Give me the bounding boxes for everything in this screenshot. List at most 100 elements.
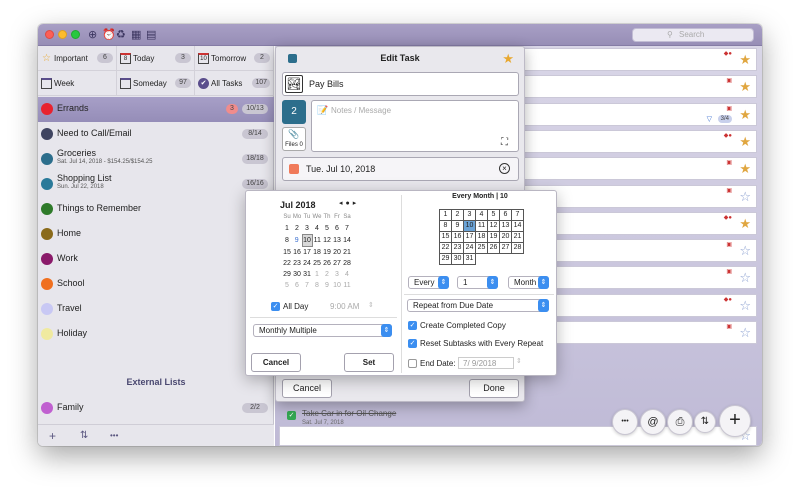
month-day-cell[interactable]: 2	[451, 209, 464, 221]
calendar-day[interactable]: 6	[292, 280, 302, 291]
smart-list-today[interactable]: 8 Today 3	[117, 46, 195, 71]
calendar-day[interactable]: 15	[282, 247, 292, 259]
notes-field[interactable]: 📝 Notes / Message ⛶	[311, 100, 519, 152]
add-circle-icon[interactable]: ⊕	[88, 28, 97, 42]
month-day-cell[interactable]: 23	[451, 242, 464, 254]
star-outline-icon[interactable]: ☆	[739, 244, 751, 258]
month-day-cell[interactable]: 22	[439, 242, 452, 254]
month-day-cell[interactable]: 19	[487, 231, 500, 243]
calendar-day[interactable]: 2	[322, 269, 332, 280]
calendar-day[interactable]: 1	[282, 223, 292, 235]
month-day-cell[interactable]: 1	[439, 209, 452, 221]
add-list-button[interactable]: +	[49, 429, 56, 443]
month-day-cell[interactable]: 29	[439, 253, 452, 265]
calendar-day[interactable]: 20	[332, 247, 342, 259]
list-row[interactable]: Shopping List Sun. Jul 22, 2018 16/16	[38, 172, 274, 197]
calendar-day[interactable]: 7	[302, 280, 312, 291]
expand-icon[interactable]: ⛶	[501, 137, 508, 148]
done-button[interactable]: Done	[469, 379, 519, 398]
list-row[interactable]: Need to Call/Email 8/14	[38, 122, 274, 147]
smart-list-tomorrow[interactable]: 10 Tomorrow 2	[195, 46, 274, 71]
month-day-cell[interactable]: 14	[511, 220, 524, 232]
popover-cancel-button[interactable]: Cancel	[251, 353, 301, 372]
calendar-day[interactable]: 5	[282, 280, 292, 291]
month-day-cell[interactable]: 18	[475, 231, 488, 243]
month-day-cell[interactable]: 16	[451, 231, 464, 243]
end-date-checkbox[interactable]	[408, 359, 417, 368]
close-window-button[interactable]	[45, 30, 54, 39]
month-day-cell[interactable]: 17	[463, 231, 476, 243]
list-row[interactable]: School	[38, 272, 274, 297]
date-stepper-icon[interactable]: ⇕	[516, 357, 522, 365]
calendar-day[interactable]: 18	[312, 247, 322, 259]
calendar-day[interactable]: 14	[342, 235, 352, 247]
month-day-cell[interactable]: 10	[463, 220, 476, 232]
recycle-icon[interactable]: ♻	[116, 28, 126, 42]
calendar-day[interactable]: 4	[312, 223, 322, 235]
star-outline-icon[interactable]: ☆	[739, 298, 751, 313]
month-day-cell[interactable]: 26	[487, 242, 500, 254]
today-dot-icon[interactable]: ●	[346, 200, 353, 207]
calendar-day[interactable]: 22	[282, 258, 292, 269]
task-name-field[interactable]: 🏞 Pay Bills	[282, 72, 519, 96]
smart-list-important[interactable]: ☆ Important 6	[38, 46, 117, 71]
calendar-day[interactable]: 9	[292, 235, 302, 247]
sort-fab-button[interactable]: ⇅	[694, 411, 716, 433]
calendar-day[interactable]: 13	[332, 235, 342, 247]
smart-list-week[interactable]: Week	[38, 71, 117, 96]
every-select[interactable]: Every ⇕	[408, 276, 449, 289]
month-day-cell[interactable]: 13	[499, 220, 512, 232]
minimize-window-button[interactable]	[58, 30, 67, 39]
calendar-day[interactable]: 3	[302, 223, 312, 235]
calendar-day[interactable]: 11	[342, 280, 352, 291]
sort-lists-button[interactable]: ⇅	[80, 429, 88, 443]
list-row[interactable]: Things to Remember	[38, 197, 274, 222]
image-icon[interactable]: 🏞	[285, 75, 303, 93]
grid-icon[interactable]: ▦	[131, 28, 141, 42]
list-row[interactable]: Groceries Sat. Jul 14, 2018 - $154.25/$15…	[38, 147, 274, 172]
star-outline-icon[interactable]: ☆	[739, 271, 751, 285]
completed-task-row[interactable]: ✓ Take Car in for Oil Change Sat. Jul 7,…	[277, 403, 607, 433]
create-copy-checkbox[interactable]: ✓	[408, 321, 417, 330]
zoom-window-button[interactable]	[71, 30, 80, 39]
list-row[interactable]: Travel	[38, 297, 274, 322]
time-stepper-icon[interactable]: ⇕	[368, 301, 374, 309]
unit-select[interactable]: Month ⇕	[508, 276, 549, 289]
star-filled-icon[interactable]: ★	[739, 107, 751, 122]
month-day-cell[interactable]: 25	[475, 242, 488, 254]
calendar-day[interactable]: 4	[342, 269, 352, 280]
print-icon[interactable]: ⎙	[667, 409, 693, 435]
month-day-cell[interactable]: 28	[511, 242, 524, 254]
calendar-day[interactable]: 5	[322, 223, 332, 235]
month-day-cell[interactable]: 4	[475, 209, 488, 221]
end-date-field[interactable]: 7/ 9/2018	[458, 357, 514, 369]
calendar-day[interactable]: 8	[282, 235, 292, 247]
cancel-button[interactable]: Cancel	[282, 379, 332, 398]
share-fab-button[interactable]: @	[640, 409, 666, 435]
month-day-cell[interactable]: 24	[463, 242, 476, 254]
month-day-cell[interactable]: 6	[499, 209, 512, 221]
list-row[interactable]: Holiday	[38, 322, 274, 347]
calendar-day[interactable]: 7	[342, 223, 352, 235]
list-row[interactable]: Work	[38, 247, 274, 272]
calendar-day[interactable]: 27	[332, 258, 342, 269]
clear-date-icon[interactable]: ×	[499, 163, 510, 174]
next-month-icon[interactable]: ▸	[353, 200, 360, 207]
month-day-cell[interactable]: 21	[511, 231, 524, 243]
month-day-cell[interactable]: 9	[451, 220, 464, 232]
time-field[interactable]: 9:00 AM	[330, 302, 359, 311]
calendar-day[interactable]: 16	[292, 247, 302, 259]
list-row[interactable]: Errands 10/13 3	[38, 97, 274, 122]
calendar-day[interactable]: 2	[292, 223, 302, 235]
month-day-cell[interactable]: 3	[463, 209, 476, 221]
calendar-day[interactable]: 29	[282, 269, 292, 280]
star-outline-icon[interactable]: ☆	[739, 189, 751, 204]
calendar-day[interactable]: 21	[342, 247, 352, 259]
calendar-day[interactable]: 30	[292, 269, 302, 280]
files-button[interactable]: 📎 Files 0	[282, 127, 306, 151]
set-button[interactable]: Set	[344, 353, 394, 372]
alarm-icon[interactable]: ⏰	[102, 28, 116, 42]
all-day-checkbox[interactable]: ✓	[271, 302, 280, 311]
calendar-day[interactable]: 9	[322, 280, 332, 291]
calendar-day[interactable]: 24	[302, 258, 312, 269]
